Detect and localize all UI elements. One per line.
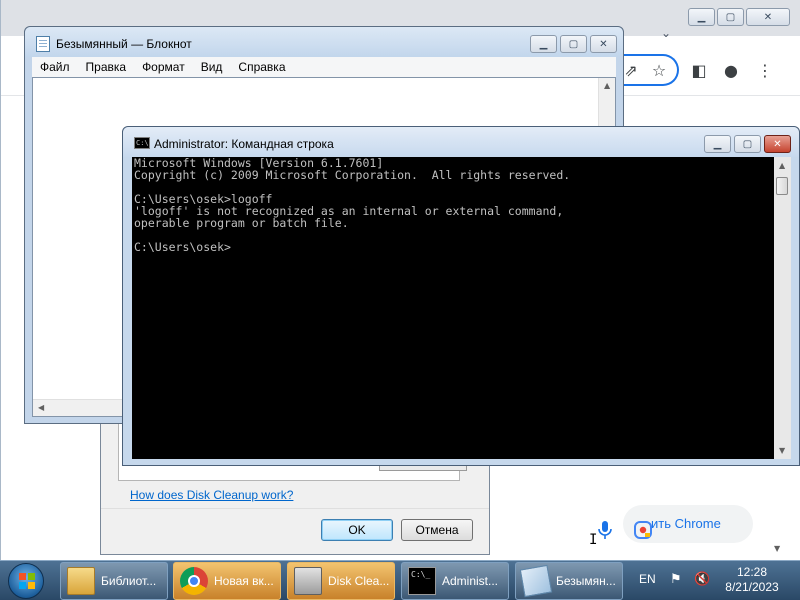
scroll-up-arrow-icon[interactable]: ▲ (604, 81, 610, 90)
taskbar-item-chrome[interactable]: Новая вк... (173, 562, 281, 600)
chrome-caption-buttons: ▁ ▢ ✕ (688, 8, 790, 26)
customize-chrome-label[interactable]: ить Chrome (651, 516, 721, 531)
cmd-icon[interactable]: C:\ (134, 137, 150, 149)
share-icon[interactable]: ⇗ (621, 60, 641, 80)
language-indicator[interactable]: EN (639, 572, 656, 586)
taskbar-item-cmd[interactable]: C:\_ Administ... (401, 562, 509, 600)
clock-date: 8/21/2023 (725, 580, 779, 594)
disk-cleanup-icon (294, 567, 322, 595)
disk-cleanup-help-link[interactable]: How does Disk Cleanup work? (130, 488, 293, 502)
cancel-button[interactable]: Отмена (401, 519, 473, 541)
taskbar-item-disk-cleanup[interactable]: Disk Clea... (287, 562, 395, 600)
menu-edit[interactable]: Правка (78, 57, 135, 77)
notepad-title: Безымянный — Блокнот (56, 37, 192, 51)
chrome-scrollbar[interactable]: ▼ (771, 470, 785, 555)
tab-search-chevron-icon[interactable]: ⌄ (661, 26, 671, 40)
notepad-icon[interactable] (36, 36, 50, 52)
chrome-minimize-button[interactable]: ▁ (688, 8, 715, 26)
library-icon (67, 567, 95, 595)
notepad-menubar: Файл Правка Формат Вид Справка (32, 57, 616, 77)
scroll-up-arrow-icon[interactable]: ▲ (779, 161, 785, 170)
menu-icon[interactable]: ⋮ (755, 60, 775, 80)
profile-icon[interactable]: ● (721, 60, 741, 80)
chrome-close-button[interactable]: ✕ (746, 8, 790, 26)
scroll-down-arrow-icon[interactable]: ▼ (774, 544, 780, 553)
cmd-vertical-scrollbar[interactable]: ▲ ▼ (774, 157, 791, 459)
cmd-minimize-button[interactable]: ▁ (704, 135, 731, 153)
menu-help[interactable]: Справка (230, 57, 293, 77)
taskbar-item-library[interactable]: Библиот... (60, 562, 168, 600)
text-cursor-icon: I (589, 532, 598, 548)
notepad-maximize-button[interactable]: ▢ (560, 35, 587, 53)
lens-icon[interactable] (633, 520, 653, 540)
scroll-down-arrow-icon[interactable]: ▼ (779, 446, 785, 455)
cmd-titlebar[interactable]: C:\ Administrator: Командная строка ▁ ▢ … (123, 127, 799, 157)
taskbar-item-label: Библиот... (101, 574, 157, 588)
notepad-titlebar[interactable]: Безымянный — Блокнот ▁ ▢ ✕ (25, 27, 623, 57)
taskbar-item-label: Administ... (442, 574, 499, 588)
cmd-maximize-button[interactable]: ▢ (734, 135, 761, 153)
notepad-icon (519, 564, 553, 598)
dialog-separator (101, 508, 489, 509)
scroll-left-arrow-icon[interactable]: ◀ (38, 403, 44, 412)
volume-muted-icon[interactable]: 🔇 (694, 572, 710, 588)
cmd-close-button[interactable]: ✕ (764, 135, 791, 153)
chrome-maximize-button[interactable]: ▢ (717, 8, 744, 26)
cmd-caption-buttons: ▁ ▢ ✕ (704, 135, 791, 153)
taskbar-item-notepad[interactable]: Безымян... (515, 562, 623, 600)
clock[interactable]: 12:28 8/21/2023 (720, 565, 784, 595)
clock-time: 12:28 (736, 565, 768, 579)
menu-format[interactable]: Формат (134, 57, 193, 77)
action-center-icon[interactable]: ⚑ (670, 572, 686, 588)
taskbar-item-label: Disk Clea... (328, 574, 390, 588)
console-output: Microsoft Windows [Version 6.1.7601] Cop… (134, 156, 571, 254)
ok-button[interactable]: OK (321, 519, 393, 541)
notepad-minimize-button[interactable]: ▁ (530, 35, 557, 53)
notepad-caption-buttons: ▁ ▢ ✕ (530, 35, 617, 53)
menu-file[interactable]: Файл (32, 57, 78, 77)
cmd-title: Administrator: Командная строка (154, 137, 334, 151)
star-icon[interactable]: ☆ (649, 60, 669, 80)
cmd-icon: C:\_ (408, 567, 436, 595)
cmd-window: C:\ Administrator: Командная строка ▁ ▢ … (122, 126, 800, 466)
taskbar-item-label: Новая вк... (214, 574, 274, 588)
taskbar-item-label: Безымян... (556, 574, 616, 588)
mic-icon[interactable] (597, 520, 613, 540)
chrome-icon (180, 567, 208, 595)
sidepanel-icon[interactable]: ◧ (689, 60, 709, 80)
cmd-console[interactable]: Microsoft Windows [Version 6.1.7601] Cop… (132, 157, 774, 459)
start-button[interactable] (8, 563, 44, 599)
notepad-close-button[interactable]: ✕ (590, 35, 617, 53)
menu-view[interactable]: Вид (193, 57, 231, 77)
scroll-thumb[interactable] (776, 177, 788, 195)
